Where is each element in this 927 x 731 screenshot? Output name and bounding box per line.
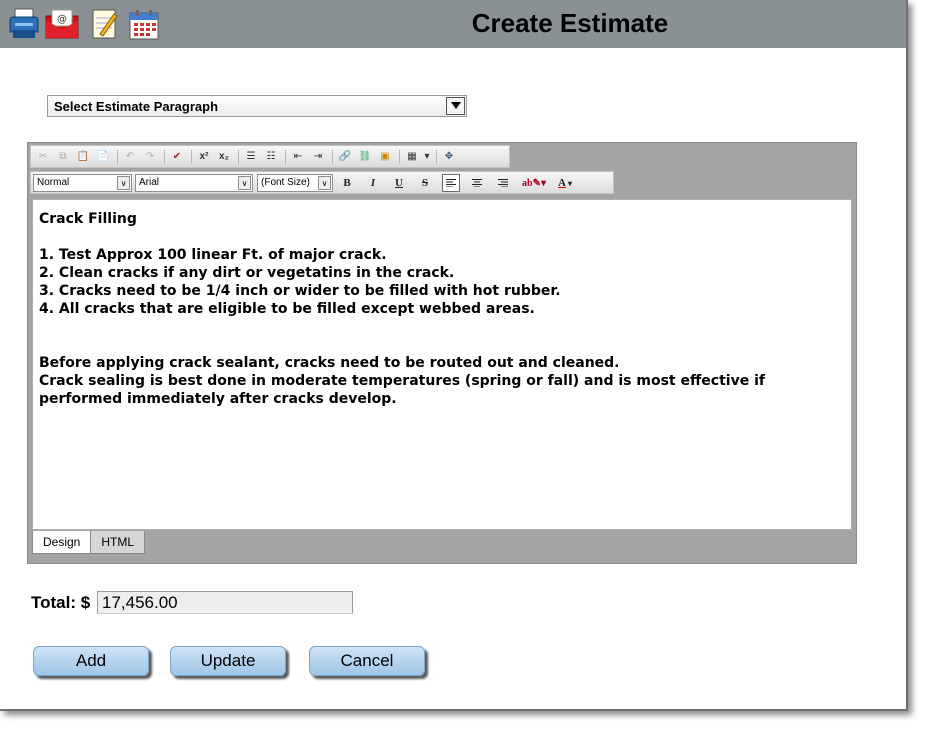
printer-icon[interactable]: [6, 6, 42, 42]
list-item: 4. All cracks that are eligible to be fi…: [39, 301, 535, 317]
editor-mode-tabs: Design HTML: [32, 531, 146, 555]
toolbar-separator: [436, 149, 437, 164]
redo-icon[interactable]: ↷: [141, 148, 159, 166]
cut-icon[interactable]: ✂: [34, 148, 52, 166]
toolbar-separator: [285, 149, 286, 164]
subscript-icon[interactable]: x₂: [215, 148, 233, 166]
toolbar-separator: [399, 149, 400, 164]
underline-button[interactable]: U: [390, 174, 408, 192]
italic-button[interactable]: I: [364, 174, 382, 192]
font-family-combo[interactable]: Arial ∨: [135, 174, 253, 192]
list-item: 2. Clean cracks if any dirt or vegetatin…: [39, 265, 455, 281]
chevron-down-icon[interactable]: ∨: [318, 176, 331, 190]
toolbar-separator: [164, 149, 165, 164]
estimate-window: @ Create Estimate Select Estimate Paragr…: [0, 0, 908, 711]
font-color-label: A: [558, 177, 566, 189]
tab-design[interactable]: Design: [32, 531, 92, 554]
page-title: Create Estimate: [471, 8, 669, 38]
paragraph-style-value: Normal: [37, 177, 70, 188]
editor-toolbar-row-2: Normal ∨ Arial ∨ (Font Size) ∨ B I U S a…: [30, 171, 614, 194]
align-center-button[interactable]: [468, 174, 486, 192]
undo-icon[interactable]: ↶: [121, 148, 139, 166]
chevron-down-icon[interactable]: [446, 97, 465, 115]
chevron-down-icon[interactable]: ∨: [238, 176, 251, 190]
hyperlink-icon[interactable]: 🔗: [336, 148, 354, 166]
font-family-value: Arial: [139, 177, 160, 188]
tab-html[interactable]: HTML: [91, 531, 146, 554]
total-field[interactable]: 17,456.00: [97, 591, 353, 614]
outdent-icon[interactable]: ⇤: [289, 148, 307, 166]
table-icon[interactable]: ▦: [403, 148, 421, 166]
cancel-button[interactable]: Cancel: [309, 646, 425, 676]
unordered-list-icon[interactable]: ☷: [262, 148, 280, 166]
paste-text-icon[interactable]: 📄: [94, 148, 112, 166]
chevron-down-icon[interactable]: ▾: [568, 179, 572, 188]
list-item: 1. Test Approx 100 linear Ft. of major c…: [39, 247, 387, 263]
total-label: Total: $: [31, 593, 91, 612]
font-size-value: (Font Size): [261, 177, 310, 188]
image-icon[interactable]: ▣: [376, 148, 394, 166]
paragraph-heading: Crack Filling: [39, 211, 137, 227]
toolbar-separator: [332, 149, 333, 164]
update-button[interactable]: Update: [170, 646, 286, 676]
table-dropdown-icon[interactable]: ▾: [423, 148, 431, 166]
estimate-paragraph-select-value: Select Estimate Paragraph: [54, 99, 219, 114]
calendar-icon[interactable]: [126, 6, 162, 42]
chevron-down-icon[interactable]: ∨: [117, 176, 130, 190]
toolbar-separator: [191, 149, 192, 164]
paragraph-style-combo[interactable]: Normal ∨: [33, 174, 132, 192]
strikethrough-button[interactable]: S: [416, 174, 434, 192]
editor-content[interactable]: Crack Filling 1. Test Approx 100 linear …: [32, 199, 852, 530]
align-left-button[interactable]: [442, 174, 460, 192]
body-paragraph: Crack sealing is best done in moderate t…: [39, 373, 765, 407]
svg-text:@: @: [57, 14, 67, 25]
font-size-combo[interactable]: (Font Size) ∨: [257, 174, 333, 192]
rich-text-editor: ✂ ⧉ 📋 📄 ↶ ↷ ✔ x² x₂ ☰ ☷ ⇤ ⇥ 🔗 ⛓ ▣ ▦ ▾ ✥ …: [27, 142, 857, 564]
estimate-paragraph-select[interactable]: Select Estimate Paragraph: [47, 95, 467, 117]
toggle-view-icon[interactable]: ✥: [440, 148, 458, 166]
editor-toolbar-row-1: ✂ ⧉ 📋 📄 ↶ ↷ ✔ x² x₂ ☰ ☷ ⇤ ⇥ 🔗 ⛓ ▣ ▦ ▾ ✥: [30, 145, 510, 168]
indent-icon[interactable]: ⇥: [309, 148, 327, 166]
body-paragraph: Before applying crack sealant, cracks ne…: [39, 355, 620, 371]
toolbar-separator: [238, 149, 239, 164]
unlink-icon[interactable]: ⛓: [356, 148, 374, 166]
spellcheck-icon[interactable]: ✔: [168, 148, 186, 166]
email-icon[interactable]: @: [44, 6, 80, 42]
paste-icon[interactable]: 📋: [74, 148, 92, 166]
add-button[interactable]: Add: [33, 646, 149, 676]
font-color-button[interactable]: A ▾: [553, 174, 577, 192]
highlight-color-icon[interactable]: ab✎▾: [522, 174, 546, 192]
align-right-button[interactable]: [494, 174, 512, 192]
bold-button[interactable]: B: [338, 174, 356, 192]
title-bar: @ Create Estimate: [0, 0, 906, 48]
copy-icon[interactable]: ⧉: [54, 148, 72, 166]
notepad-icon[interactable]: [86, 6, 122, 42]
ordered-list-icon[interactable]: ☰: [242, 148, 260, 166]
list-item: 3. Cracks need to be 1/4 inch or wider t…: [39, 283, 561, 299]
superscript-icon[interactable]: x²: [195, 148, 213, 166]
toolbar-separator: [117, 149, 118, 164]
